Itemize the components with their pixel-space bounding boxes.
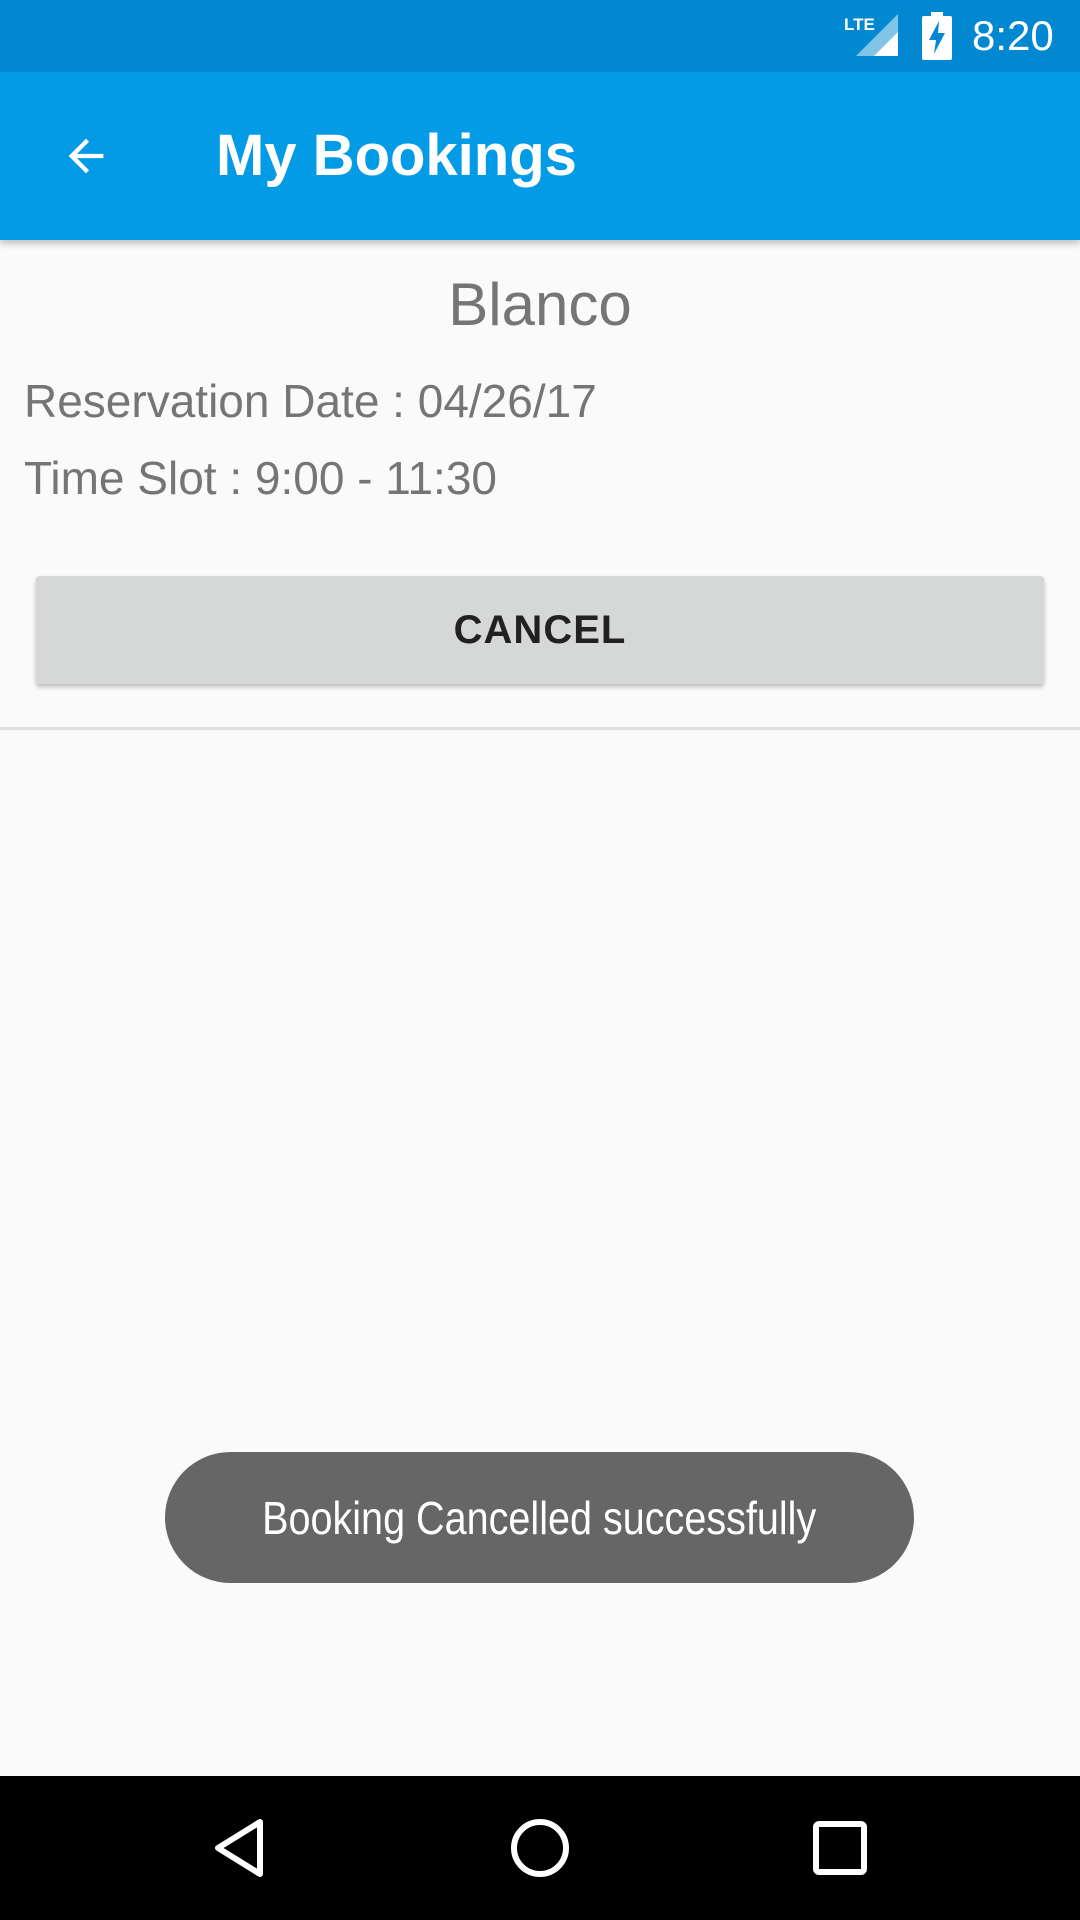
arrow-back-icon (68, 138, 104, 174)
cancel-button[interactable]: CANCEL (36, 576, 1044, 684)
nav-recents-button[interactable] (790, 1798, 890, 1898)
nav-home-icon (511, 1819, 569, 1877)
restaurant-name: Blanco (448, 271, 632, 338)
nav-recents-icon (813, 1821, 867, 1875)
screen: LTE 8:20 My Bookings Blanco Reservation … (0, 0, 1080, 1920)
status-time: 8:20 (972, 12, 1054, 59)
toast-message: Booking Cancelled successfully (262, 1491, 817, 1544)
battery-charging-icon (922, 12, 952, 60)
app-bar: My Bookings (0, 72, 1080, 240)
divider (0, 727, 1080, 730)
back-button[interactable] (44, 114, 128, 198)
nav-back-button[interactable] (190, 1798, 290, 1898)
nav-back-icon (215, 1819, 263, 1877)
nav-home-button[interactable] (490, 1798, 590, 1898)
lte-label: LTE (844, 15, 875, 34)
nav-bar (0, 1776, 1080, 1920)
reservation-date: Reservation Date : 04/26/17 (24, 375, 597, 427)
booking-card: Blanco Reservation Date : 04/26/17 Time … (0, 240, 1080, 730)
toast: Booking Cancelled successfully (165, 1452, 914, 1583)
lte-signal-icon: LTE (844, 14, 898, 56)
page-title: My Bookings (216, 123, 577, 188)
time-slot: Time Slot : 9:00 - 11:30 (24, 452, 498, 504)
status-bar: LTE 8:20 (0, 0, 1080, 72)
